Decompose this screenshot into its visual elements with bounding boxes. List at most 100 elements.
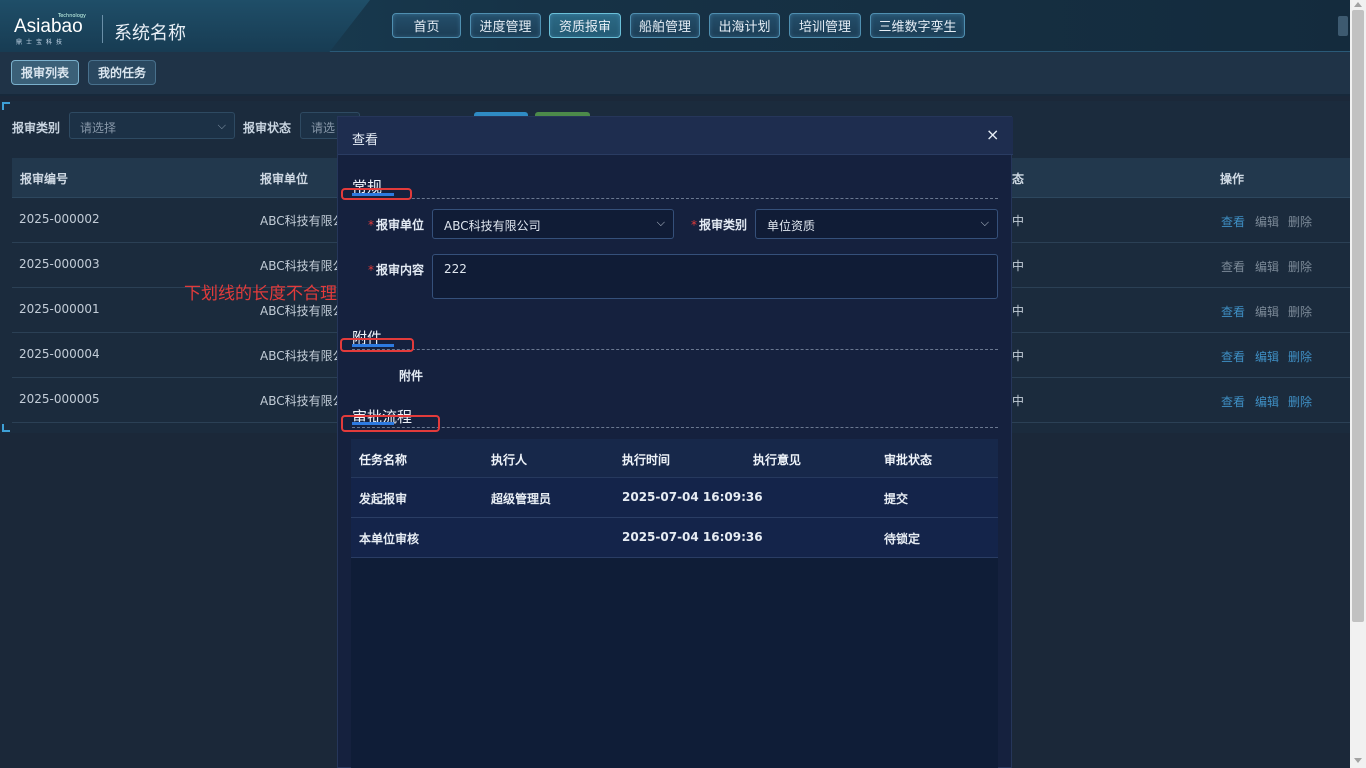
category-filter-label: 报审类别 (12, 121, 61, 135)
dialog-title: 查看 (352, 133, 379, 148)
flow-task: 发起报审 (359, 492, 408, 506)
logo-subtitle: 鼎士宝科技 (16, 39, 67, 46)
row-status: 中 (1012, 349, 1025, 363)
user-icon[interactable] (1338, 16, 1348, 36)
row-id: 2025-000005 (19, 392, 100, 406)
view-dialog: 查看 × 常规 * 报审单位 ABC科技有限公司 ⌵ * 报审类别 单位资质 ⌵ *… (337, 116, 1013, 768)
unit-select[interactable]: ABC科技有限公司 ⌵ (432, 209, 674, 239)
scroll-down-arrow-icon[interactable] (1354, 758, 1362, 763)
attachment-label: 附件 (399, 369, 424, 383)
delete-link[interactable]: 删除 (1288, 213, 1312, 230)
category-label-text: 报审类别 (699, 218, 748, 232)
logo-divider (102, 15, 103, 43)
row-id: 2025-000003 (19, 257, 100, 271)
row-id: 2025-000001 (19, 302, 100, 316)
flow-col-status: 审批状态 (884, 453, 933, 467)
flow-col-time: 执行时间 (622, 453, 671, 467)
flow-task: 本单位审核 (359, 532, 420, 546)
edit-link[interactable]: 编辑 (1255, 258, 1279, 275)
required-mark: * (368, 218, 374, 232)
row-id: 2025-000004 (19, 347, 100, 361)
annotation-box (341, 415, 440, 432)
flow-col-task: 任务名称 (359, 453, 408, 467)
flow-time: 2025-07-04 16:09:36 (622, 530, 763, 544)
status-filter-label: 报审状态 (243, 121, 292, 135)
nav-digital-twin[interactable]: 三维数字孪生 (870, 13, 965, 38)
flow-col-executor: 执行人 (491, 453, 528, 467)
category-select-value: 单位资质 (767, 219, 816, 233)
view-link[interactable]: 查看 (1221, 348, 1245, 365)
chevron-down-icon: ⌵ (217, 119, 226, 132)
delete-link[interactable]: 删除 (1288, 348, 1312, 365)
corner-decoration (2, 102, 10, 110)
nav-ship[interactable]: 船舶管理 (630, 13, 700, 38)
row-unit: ABC科技有限公 (260, 349, 345, 363)
category-select[interactable]: 单位资质 ⌵ (755, 209, 998, 239)
tab-my-tasks[interactable]: 我的任务 (88, 60, 156, 85)
flow-col-opinion: 执行意见 (753, 453, 802, 467)
section-divider (352, 349, 998, 350)
approval-flow-table: 任务名称 执行人 执行时间 执行意见 审批状态 发起报审 超级管理员 2025-… (351, 439, 998, 768)
view-link[interactable]: 查看 (1221, 303, 1245, 320)
section-divider (352, 427, 998, 428)
status-select-placeholder: 请选 (311, 121, 336, 135)
annotation-box (340, 338, 414, 352)
annotation-box (341, 188, 412, 200)
nav-training[interactable]: 培训管理 (789, 13, 861, 38)
view-link[interactable]: 查看 (1221, 393, 1245, 410)
close-icon[interactable]: × (986, 125, 999, 144)
flow-row: 本单位审核 2025-07-04 16:09:36 待锁定 (351, 518, 998, 558)
delete-link[interactable]: 删除 (1288, 303, 1312, 320)
tab-review-list[interactable]: 报审列表 (11, 60, 79, 85)
nav-qualification[interactable]: 资质报审 (549, 13, 621, 38)
scroll-up-arrow-icon[interactable] (1354, 2, 1362, 7)
delete-link[interactable]: 删除 (1288, 258, 1312, 275)
edit-link[interactable]: 编辑 (1255, 303, 1279, 320)
row-unit: ABC科技有限公 (260, 259, 345, 273)
top-header: Technology Asiabao 鼎士宝科技 系统名称 首页 进度管理 资质… (0, 0, 1350, 57)
flow-executor: 超级管理员 (491, 492, 552, 506)
required-mark: * (691, 218, 697, 232)
content-value: 222 (444, 262, 467, 276)
col-header-unit: 报审单位 (260, 172, 309, 186)
flow-status: 提交 (884, 492, 909, 506)
dialog-header: 查看 × (338, 117, 1013, 155)
content-label: * 报审内容 (368, 261, 424, 278)
edit-link[interactable]: 编辑 (1255, 213, 1279, 230)
chevron-down-icon: ⌵ (980, 216, 989, 229)
view-link[interactable]: 查看 (1221, 213, 1245, 230)
flow-table-header: 任务名称 执行人 执行时间 执行意见 审批状态 (351, 439, 998, 478)
row-status: 中 (1012, 394, 1025, 408)
edit-link[interactable]: 编辑 (1255, 348, 1279, 365)
row-unit: ABC科技有限公 (260, 214, 345, 228)
nav-sea-plan[interactable]: 出海计划 (709, 13, 780, 38)
col-header-actions: 操作 (1220, 172, 1245, 186)
edit-link[interactable]: 编辑 (1255, 393, 1279, 410)
row-status: 中 (1012, 214, 1025, 228)
logo: Asiabao (14, 16, 83, 38)
chevron-down-icon: ⌵ (656, 216, 665, 229)
content-textarea[interactable]: 222 (432, 254, 998, 299)
col-header-id: 报审编号 (20, 172, 69, 186)
category-select-placeholder: 请选择 (80, 121, 117, 135)
view-link[interactable]: 查看 (1221, 258, 1245, 275)
scrollbar-thumb[interactable] (1352, 10, 1364, 622)
row-unit: ABC科技有限公 (260, 304, 345, 318)
section-divider (352, 198, 998, 199)
system-name: 系统名称 (114, 23, 186, 44)
logo-text: Asiabao (14, 16, 83, 37)
unit-label: * 报审单位 (368, 216, 424, 233)
category-select[interactable]: 请选择 ⌵ (69, 112, 235, 139)
unit-label-text: 报审单位 (376, 218, 425, 232)
annotation-text: 下划线的长度不合理 (184, 284, 337, 304)
nav-progress[interactable]: 进度管理 (470, 13, 541, 38)
sub-tabs-bar: 报审列表 我的任务 (0, 52, 1350, 96)
required-mark: * (368, 263, 374, 277)
nav-home[interactable]: 首页 (392, 13, 461, 38)
flow-row: 发起报审 超级管理员 2025-07-04 16:09:36 提交 (351, 478, 998, 518)
col-header-status: 态 (1012, 172, 1025, 186)
delete-link[interactable]: 删除 (1288, 393, 1312, 410)
content-label-text: 报审内容 (376, 263, 425, 277)
row-status: 中 (1012, 259, 1025, 273)
flow-time: 2025-07-04 16:09:36 (622, 490, 763, 504)
